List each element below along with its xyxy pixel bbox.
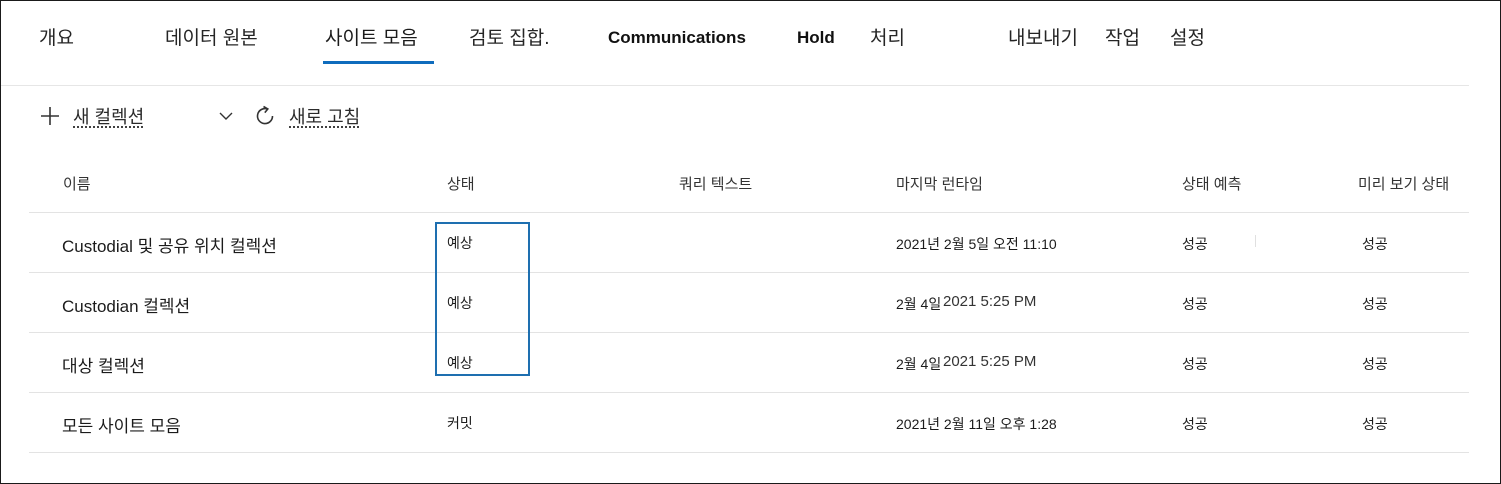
column-header-status[interactable]: 상태 <box>447 173 475 194</box>
last-run-time: 2021년 2월 11일 오후 1:28 <box>896 416 1057 432</box>
preview-status: 성공 <box>1362 296 1388 312</box>
column-divider <box>1255 235 1256 247</box>
column-header-name[interactable]: 이름 <box>63 173 91 194</box>
new-collection-label: 새 컬렉션 <box>73 107 145 127</box>
table-header: 이름 상태 쿼리 텍스트 마지막 런타임 상태 예측 미리 보기 상태 <box>29 153 1469 213</box>
chevron-down-icon[interactable] <box>218 108 234 124</box>
collections-table: 이름 상태 쿼리 텍스트 마지막 런타임 상태 예측 미리 보기 상태 Cust… <box>29 153 1469 453</box>
tab-processing[interactable]: 처리 <box>870 23 905 50</box>
collection-status: 커밋 <box>447 415 473 431</box>
collection-status: 예상 <box>447 295 473 311</box>
estimate-status: 성공 <box>1182 236 1208 252</box>
collection-name[interactable]: 모든 사이트 모음 <box>62 412 181 437</box>
collection-name[interactable]: Custodian 컬렉션 <box>62 292 190 317</box>
new-collection-button[interactable]: 새 컬렉션 <box>39 96 234 136</box>
refresh-label: 새로 고침 <box>289 107 361 127</box>
tab-overview[interactable]: 개요 <box>39 23 74 50</box>
refresh-icon <box>253 104 277 128</box>
preview-status: 성공 <box>1362 236 1388 252</box>
collection-status: 예상 <box>447 355 473 371</box>
last-run-date: 2월 4일 <box>896 296 942 312</box>
last-run-time: 2021년 2월 5일 오전 11:10 <box>896 236 1057 252</box>
table-row[interactable]: Custodian 컬렉션 예상 2월 4일 2021 5:25 PM 성공 성… <box>29 273 1469 333</box>
estimate-status: 성공 <box>1182 356 1208 372</box>
tab-data-sources[interactable]: 데이터 원본 <box>165 23 258 50</box>
collection-name[interactable]: Custodial 및 공유 위치 컬렉션 <box>62 232 277 257</box>
tab-review-sets[interactable]: 검토 집합. <box>469 23 549 50</box>
estimate-status: 성공 <box>1182 416 1208 432</box>
command-bar: 새 컬렉션 새로 고침 <box>1 96 601 136</box>
tab-jobs[interactable]: 작업 <box>1105 23 1140 50</box>
last-run-time: 2021 5:25 PM <box>943 293 1037 310</box>
table-row[interactable]: Custodial 및 공유 위치 컬렉션 예상 2021년 2월 5일 오전 … <box>29 213 1469 273</box>
tab-hold[interactable]: Hold <box>797 28 835 48</box>
preview-status: 성공 <box>1362 356 1388 372</box>
column-header-preview-status[interactable]: 미리 보기 상태 <box>1358 173 1449 194</box>
tab-exports[interactable]: 내보내기 <box>1008 23 1078 50</box>
last-run-time: 2021 5:25 PM <box>943 353 1037 370</box>
table-row[interactable]: 대상 컬렉션 예상 2월 4일 2021 5:25 PM 성공 성공 <box>29 333 1469 393</box>
column-header-last-run[interactable]: 마지막 런타임 <box>896 173 983 194</box>
active-tab-indicator <box>323 61 434 64</box>
column-header-estimate-status[interactable]: 상태 예측 <box>1182 173 1241 194</box>
top-nav: 개요 데이터 원본 사이트 모음 검토 집합. Communications H… <box>1 1 1469 86</box>
collection-status: 예상 <box>447 235 473 251</box>
collection-name[interactable]: 대상 컬렉션 <box>62 352 145 377</box>
app-window: 개요 데이터 원본 사이트 모음 검토 집합. Communications H… <box>0 0 1501 484</box>
column-header-query[interactable]: 쿼리 텍스트 <box>679 173 752 194</box>
preview-status: 성공 <box>1362 416 1388 432</box>
tab-communications[interactable]: Communications <box>608 28 746 48</box>
estimate-status: 성공 <box>1182 296 1208 312</box>
last-run-date: 2월 4일 <box>896 356 942 372</box>
plus-icon <box>39 105 61 127</box>
table-row[interactable]: 모든 사이트 모음 커밋 2021년 2월 11일 오후 1:28 성공 성공 <box>29 393 1469 453</box>
tab-settings[interactable]: 설정 <box>1170 23 1205 50</box>
refresh-button[interactable]: 새로 고침 <box>253 96 360 136</box>
tab-collections[interactable]: 사이트 모음 <box>325 23 418 50</box>
